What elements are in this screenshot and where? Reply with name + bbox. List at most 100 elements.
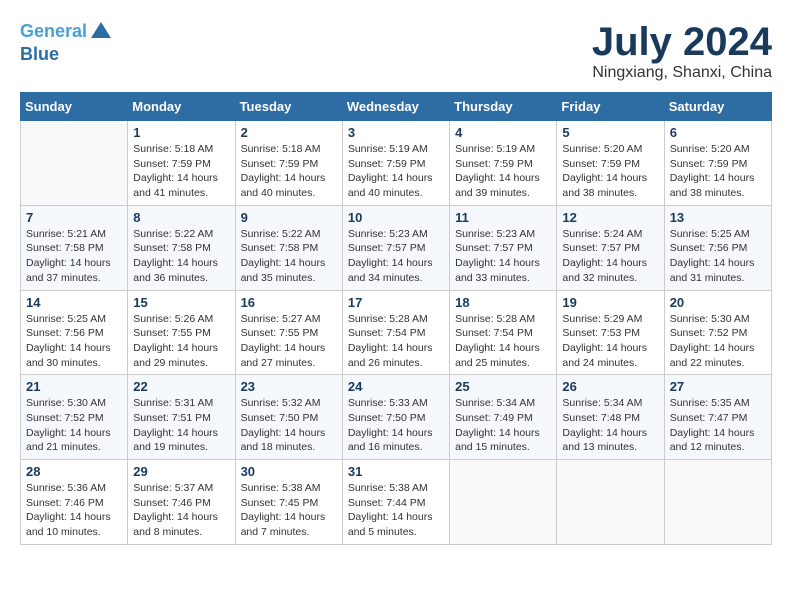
logo-text: General Blue (20, 20, 113, 66)
day-info: Sunrise: 5:38 AM Sunset: 7:44 PM Dayligh… (348, 481, 444, 540)
calendar-table: SundayMondayTuesdayWednesdayThursdayFrid… (20, 92, 772, 545)
calendar-cell (21, 121, 128, 206)
day-info: Sunrise: 5:29 AM Sunset: 7:53 PM Dayligh… (562, 312, 658, 371)
calendar-week-row: 14Sunrise: 5:25 AM Sunset: 7:56 PM Dayli… (21, 290, 772, 375)
day-info: Sunrise: 5:34 AM Sunset: 7:49 PM Dayligh… (455, 396, 551, 455)
day-info: Sunrise: 5:23 AM Sunset: 7:57 PM Dayligh… (455, 227, 551, 286)
day-number: 2 (241, 125, 337, 140)
logo: General Blue (20, 20, 113, 66)
calendar-cell: 20 Sunrise: 5:30 AM Sunset: 7:52 PM Dayli… (664, 290, 771, 375)
calendar-cell: 24Sunrise: 5:33 AM Sunset: 7:50 PM Dayli… (342, 375, 449, 460)
day-number: 20 (670, 295, 766, 310)
day-number: 15 (133, 295, 229, 310)
day-info: Sunrise: 5:37 AM Sunset: 7:46 PM Dayligh… (133, 481, 229, 540)
calendar-cell: 15Sunrise: 5:26 AM Sunset: 7:55 PM Dayli… (128, 290, 235, 375)
calendar-cell: 25 Sunrise: 5:34 AM Sunset: 7:49 PM Dayli… (450, 375, 557, 460)
day-number: 21 (26, 379, 122, 394)
weekday-header: Thursday (450, 93, 557, 121)
calendar-cell: 30 Sunrise: 5:38 AM Sunset: 7:45 PM Dayli… (235, 460, 342, 545)
day-info: Sunrise: 5:38 AM Sunset: 7:45 PM Dayligh… (241, 481, 337, 540)
day-info: Sunrise: 5:31 AM Sunset: 7:51 PM Dayligh… (133, 396, 229, 455)
calendar-cell: 18 Sunrise: 5:28 AM Sunset: 7:54 PM Dayli… (450, 290, 557, 375)
calendar-cell: 31 Sunrise: 5:38 AM Sunset: 7:44 PM Dayli… (342, 460, 449, 545)
calendar-cell: 29 Sunrise: 5:37 AM Sunset: 7:46 PM Dayli… (128, 460, 235, 545)
weekday-header: Saturday (664, 93, 771, 121)
calendar-week-row: 7Sunrise: 5:21 AM Sunset: 7:58 PM Daylig… (21, 205, 772, 290)
calendar-cell: 10 Sunrise: 5:23 AM Sunset: 7:57 PM Dayli… (342, 205, 449, 290)
day-number: 4 (455, 125, 551, 140)
calendar-cell: 27 Sunrise: 5:35 AM Sunset: 7:47 PM Dayli… (664, 375, 771, 460)
calendar-header-row: SundayMondayTuesdayWednesdayThursdayFrid… (21, 93, 772, 121)
page-header: General Blue July 2024 Ningxiang, Shanxi… (20, 20, 772, 82)
calendar-week-row: 21 Sunrise: 5:30 AM Sunset: 7:52 PM Dayli… (21, 375, 772, 460)
calendar-cell (664, 460, 771, 545)
day-info: Sunrise: 5:32 AM Sunset: 7:50 PM Dayligh… (241, 396, 337, 455)
calendar-cell: 13Sunrise: 5:25 AM Sunset: 7:56 PM Dayli… (664, 205, 771, 290)
location: Ningxiang, Shanxi, China (592, 64, 772, 82)
weekday-header: Friday (557, 93, 664, 121)
day-info: Sunrise: 5:19 AM Sunset: 7:59 PM Dayligh… (348, 142, 444, 201)
title-block: July 2024 Ningxiang, Shanxi, China (592, 20, 772, 82)
day-number: 29 (133, 464, 229, 479)
calendar-cell: 17Sunrise: 5:28 AM Sunset: 7:54 PM Dayli… (342, 290, 449, 375)
day-number: 6 (670, 125, 766, 140)
day-info: Sunrise: 5:19 AM Sunset: 7:59 PM Dayligh… (455, 142, 551, 201)
calendar-week-row: 28 Sunrise: 5:36 AM Sunset: 7:46 PM Dayli… (21, 460, 772, 545)
day-number: 25 (455, 379, 551, 394)
day-info: Sunrise: 5:18 AM Sunset: 7:59 PM Dayligh… (241, 142, 337, 201)
day-info: Sunrise: 5:28 AM Sunset: 7:54 PM Dayligh… (348, 312, 444, 371)
calendar-cell: 16 Sunrise: 5:27 AM Sunset: 7:55 PM Dayli… (235, 290, 342, 375)
day-number: 23 (241, 379, 337, 394)
day-number: 19 (562, 295, 658, 310)
day-info: Sunrise: 5:34 AM Sunset: 7:48 PM Dayligh… (562, 396, 658, 455)
calendar-cell (450, 460, 557, 545)
calendar-cell: 26 Sunrise: 5:34 AM Sunset: 7:48 PM Dayli… (557, 375, 664, 460)
day-number: 8 (133, 210, 229, 225)
day-info: Sunrise: 5:23 AM Sunset: 7:57 PM Dayligh… (348, 227, 444, 286)
day-number: 30 (241, 464, 337, 479)
calendar-cell: 3 Sunrise: 5:19 AM Sunset: 7:59 PM Daylig… (342, 121, 449, 206)
day-number: 27 (670, 379, 766, 394)
calendar-cell: 12 Sunrise: 5:24 AM Sunset: 7:57 PM Dayli… (557, 205, 664, 290)
weekday-header: Sunday (21, 93, 128, 121)
calendar-cell: 21 Sunrise: 5:30 AM Sunset: 7:52 PM Dayli… (21, 375, 128, 460)
calendar-cell: 7Sunrise: 5:21 AM Sunset: 7:58 PM Daylig… (21, 205, 128, 290)
calendar-cell: 23 Sunrise: 5:32 AM Sunset: 7:50 PM Dayli… (235, 375, 342, 460)
weekday-header: Monday (128, 93, 235, 121)
day-number: 28 (26, 464, 122, 479)
day-number: 16 (241, 295, 337, 310)
day-info: Sunrise: 5:20 AM Sunset: 7:59 PM Dayligh… (562, 142, 658, 201)
day-info: Sunrise: 5:28 AM Sunset: 7:54 PM Dayligh… (455, 312, 551, 371)
calendar-cell: 8Sunrise: 5:22 AM Sunset: 7:58 PM Daylig… (128, 205, 235, 290)
calendar-cell: 28 Sunrise: 5:36 AM Sunset: 7:46 PM Dayli… (21, 460, 128, 545)
calendar-cell: 2 Sunrise: 5:18 AM Sunset: 7:59 PM Daylig… (235, 121, 342, 206)
calendar-cell: 22Sunrise: 5:31 AM Sunset: 7:51 PM Dayli… (128, 375, 235, 460)
day-number: 26 (562, 379, 658, 394)
day-number: 10 (348, 210, 444, 225)
day-number: 31 (348, 464, 444, 479)
weekday-header: Wednesday (342, 93, 449, 121)
day-info: Sunrise: 5:25 AM Sunset: 7:56 PM Dayligh… (26, 312, 122, 371)
day-info: Sunrise: 5:30 AM Sunset: 7:52 PM Dayligh… (26, 396, 122, 455)
month-title: July 2024 (592, 20, 772, 64)
day-info: Sunrise: 5:18 AM Sunset: 7:59 PM Dayligh… (133, 142, 229, 201)
day-number: 9 (241, 210, 337, 225)
day-info: Sunrise: 5:24 AM Sunset: 7:57 PM Dayligh… (562, 227, 658, 286)
day-info: Sunrise: 5:35 AM Sunset: 7:47 PM Dayligh… (670, 396, 766, 455)
day-info: Sunrise: 5:25 AM Sunset: 7:56 PM Dayligh… (670, 227, 766, 286)
calendar-cell: 19 Sunrise: 5:29 AM Sunset: 7:53 PM Dayli… (557, 290, 664, 375)
day-info: Sunrise: 5:22 AM Sunset: 7:58 PM Dayligh… (241, 227, 337, 286)
calendar-cell: 9 Sunrise: 5:22 AM Sunset: 7:58 PM Daylig… (235, 205, 342, 290)
calendar-cell: 1Sunrise: 5:18 AM Sunset: 7:59 PM Daylig… (128, 121, 235, 206)
day-info: Sunrise: 5:36 AM Sunset: 7:46 PM Dayligh… (26, 481, 122, 540)
calendar-cell: 5Sunrise: 5:20 AM Sunset: 7:59 PM Daylig… (557, 121, 664, 206)
day-number: 11 (455, 210, 551, 225)
day-info: Sunrise: 5:27 AM Sunset: 7:55 PM Dayligh… (241, 312, 337, 371)
day-number: 3 (348, 125, 444, 140)
day-number: 12 (562, 210, 658, 225)
calendar-cell: 11 Sunrise: 5:23 AM Sunset: 7:57 PM Dayli… (450, 205, 557, 290)
day-number: 18 (455, 295, 551, 310)
day-info: Sunrise: 5:30 AM Sunset: 7:52 PM Dayligh… (670, 312, 766, 371)
calendar-cell: 14Sunrise: 5:25 AM Sunset: 7:56 PM Dayli… (21, 290, 128, 375)
day-info: Sunrise: 5:20 AM Sunset: 7:59 PM Dayligh… (670, 142, 766, 201)
